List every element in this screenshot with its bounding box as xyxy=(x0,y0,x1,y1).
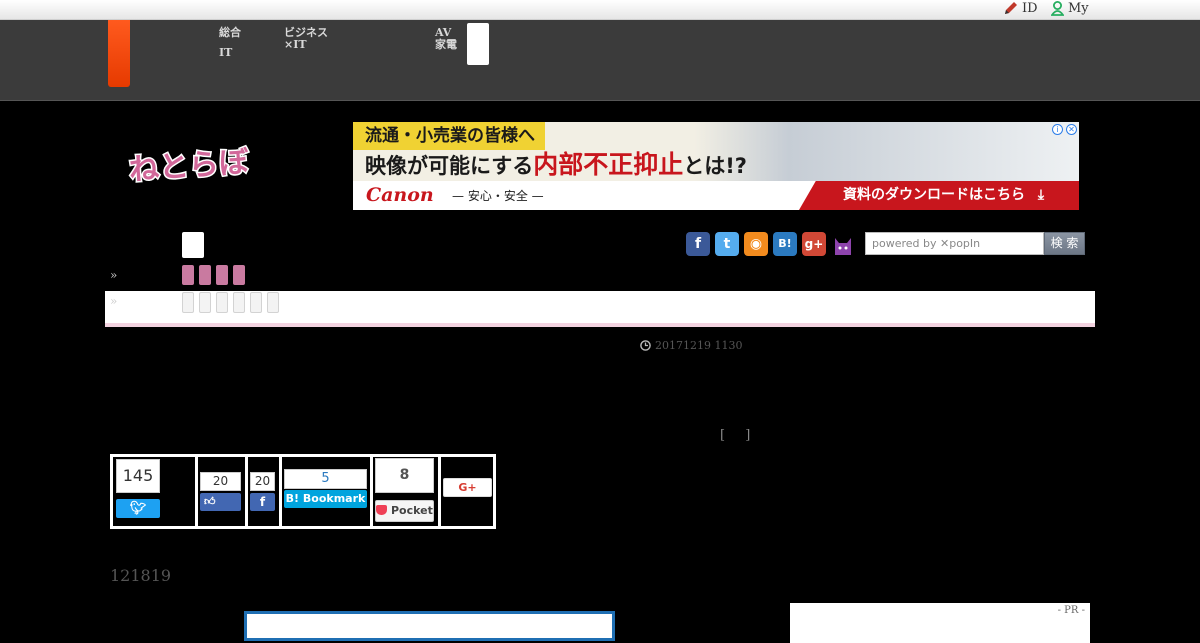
subcategory-tab[interactable] xyxy=(233,292,245,313)
user-icon xyxy=(1051,1,1064,16)
subnav-arrow-1: » xyxy=(110,268,118,282)
share-divider xyxy=(370,457,373,526)
category-tab[interactable] xyxy=(233,265,245,285)
sidebar-pr-box: - PR - xyxy=(790,603,1090,643)
ad-brand-logo: Canon xyxy=(366,184,434,206)
subcategory-tab[interactable] xyxy=(199,292,211,313)
gnav-item-business-line2: ×IT xyxy=(284,38,307,51)
pr-label: - PR - xyxy=(1057,605,1085,616)
gnav-item-general-line2: IT xyxy=(219,46,233,59)
ad-headline-2: 映像が可能にする内部不正抑止とは!? xyxy=(365,150,747,181)
article-date-text: 20171219 1130 xyxy=(655,339,743,352)
pocket-button[interactable]: Pocket xyxy=(375,500,434,522)
top-utility-bar: ID My xyxy=(0,0,1200,20)
hatena-bookmark-count: 5 xyxy=(284,469,367,489)
article-image-frame[interactable] xyxy=(244,611,615,641)
thumbs-up-icon: 👍︎ xyxy=(204,495,216,508)
search-placeholder: powered by ✕popIn xyxy=(872,237,981,250)
subcategory-tab[interactable] xyxy=(250,292,262,313)
ad-download-label: 資料のダウンロードはこちら xyxy=(843,187,1025,203)
share-bar: 145 🐦︎ 20 👍︎ 20 f 5 B! Bookmark 8 Pocket… xyxy=(110,454,496,529)
author-bracket: [ ] xyxy=(720,428,759,443)
ad-controls: i ✕ xyxy=(1052,124,1077,135)
info-icon[interactable]: i xyxy=(1052,124,1063,135)
id-link[interactable]: ID xyxy=(1003,1,1038,16)
subcategory-tab[interactable] xyxy=(216,292,228,313)
my-link-label: My xyxy=(1068,1,1089,16)
twitter-icon[interactable]: t xyxy=(715,232,739,256)
facebook-icon[interactable]: f xyxy=(686,232,710,256)
facebook-share-count: 20 xyxy=(250,472,275,491)
share-divider xyxy=(279,457,282,526)
gnav-item-av[interactable]: AV 家電 xyxy=(435,27,457,51)
ad-footer: Canon — 安心・安全 — 資料のダウンロードはこちら ⤓ xyxy=(353,181,1079,210)
facebook-share-button[interactable]: f xyxy=(250,493,275,511)
hatena-bookmark-icon[interactable]: B! xyxy=(773,232,797,256)
ad-headline-2-post: とは!? xyxy=(683,154,747,178)
id-link-label: ID xyxy=(1022,1,1038,16)
gnav-search-box[interactable] xyxy=(467,23,489,65)
category-tab[interactable] xyxy=(199,265,211,285)
subnav-arrow-2: » xyxy=(110,294,118,308)
cat-mascot-icon[interactable] xyxy=(832,232,854,256)
article-lead: 121819 xyxy=(110,566,172,585)
clock-icon xyxy=(640,340,651,351)
gnav-item-general-line1: 総合 xyxy=(219,26,241,39)
gnav-item-av-line2: 家電 xyxy=(435,38,457,51)
facebook-like-button[interactable]: 👍︎ xyxy=(200,493,241,511)
article-date: 20171219 1130 xyxy=(640,339,742,352)
my-link[interactable]: My xyxy=(1051,1,1089,16)
subnav-home-box[interactable] xyxy=(182,232,204,258)
facebook-like-count: 20 xyxy=(200,472,241,491)
itmedia-logo[interactable] xyxy=(108,20,130,87)
share-divider xyxy=(245,457,248,526)
twitter-share-button[interactable]: 🐦︎ xyxy=(116,499,160,518)
ad-banner[interactable]: 流通・小売業の皆様へ 映像が可能にする内部不正抑止とは!? Canon — 安心… xyxy=(353,122,1079,210)
twitter-share-count: 145 xyxy=(116,459,160,493)
gnav-item-general[interactable]: 総合 IT xyxy=(219,27,241,59)
ad-headline-2-pre: 映像が可能にする xyxy=(365,154,534,178)
ad-headline-2-highlight: 内部不正抑止 xyxy=(533,150,684,179)
share-divider xyxy=(438,457,441,526)
ad-headline-1: 流通・小売業の皆様へ xyxy=(353,122,545,150)
twitter-icon: 🐦︎ xyxy=(129,501,147,516)
share-divider xyxy=(195,457,198,526)
google-plus-icon: G+ xyxy=(458,481,477,494)
gnav-item-business[interactable]: ビジネス ×IT xyxy=(284,27,328,51)
hatena-bookmark-icon: B! xyxy=(285,492,300,505)
pocket-icon xyxy=(376,505,388,515)
google-plus-share-button[interactable]: G+ xyxy=(443,478,492,497)
pocket-count: 8 xyxy=(375,458,434,493)
logo-text: ねとらぼ xyxy=(128,145,251,188)
search-input[interactable]: powered by ✕popIn xyxy=(865,232,1044,255)
search-button[interactable]: 検 索 xyxy=(1044,232,1085,255)
subcategory-tab[interactable] xyxy=(267,292,279,313)
google-plus-icon[interactable]: g+ xyxy=(802,232,826,256)
download-icon: ⤓ xyxy=(1037,187,1045,203)
subcategory-tab[interactable] xyxy=(182,292,194,313)
global-nav: 総合 IT ビジネス ×IT AV 家電 xyxy=(0,20,1200,101)
close-icon[interactable]: ✕ xyxy=(1066,124,1077,135)
category-tab[interactable] xyxy=(216,265,228,285)
nlab-logo[interactable]: ねとらぼ xyxy=(126,138,260,190)
hatena-bookmark-label: Bookmark xyxy=(302,492,366,505)
pencil-icon xyxy=(1005,2,1017,14)
ad-tagline: — 安心・安全 — xyxy=(452,189,544,203)
facebook-icon: f xyxy=(259,495,266,509)
hatena-bookmark-button[interactable]: B! Bookmark xyxy=(284,490,367,508)
pocket-label: Pocket xyxy=(390,504,433,517)
ad-download-button[interactable]: 資料のダウンロードはこちら ⤓ xyxy=(799,181,1079,210)
category-tab[interactable] xyxy=(182,265,194,285)
rss-icon[interactable]: ◉ xyxy=(744,232,768,256)
